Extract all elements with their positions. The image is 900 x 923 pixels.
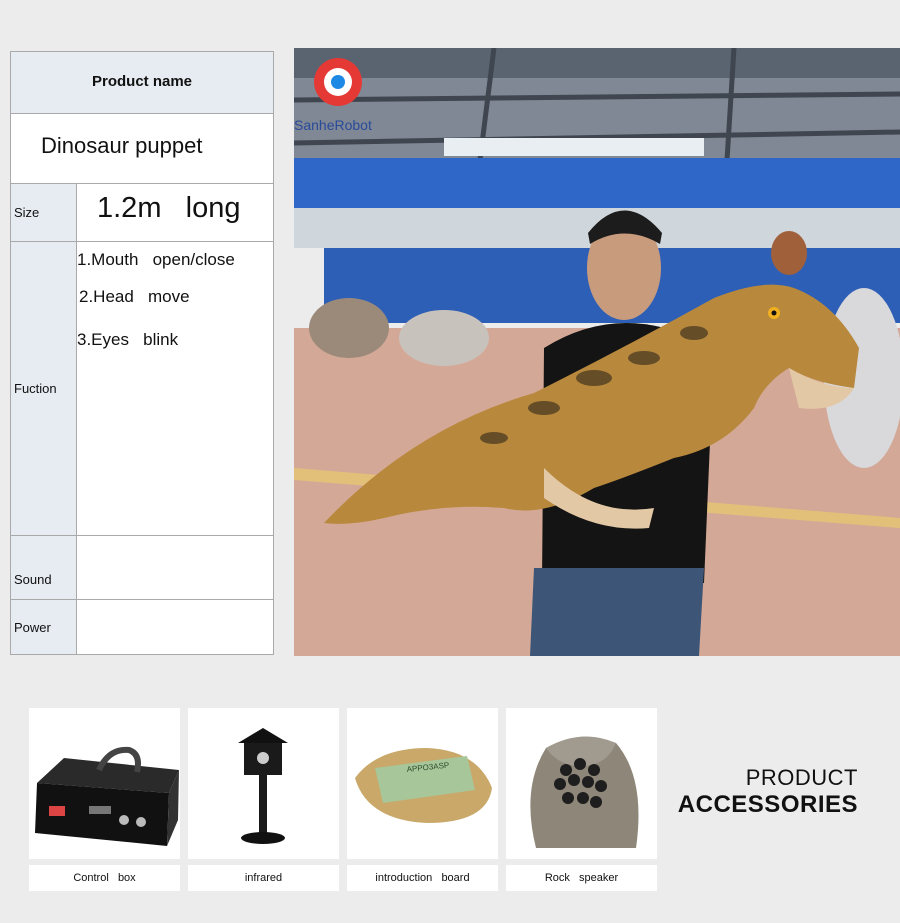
size-row: Size 1.2m long xyxy=(11,184,273,242)
sound-label: Sound xyxy=(11,536,77,599)
accessory-label: Rock speaker xyxy=(506,865,657,891)
function-item: 3.Eyes blink xyxy=(77,330,179,349)
power-label: Power xyxy=(11,600,77,654)
accessory-rock-speaker xyxy=(506,708,657,859)
accessory-infrared xyxy=(188,708,339,859)
logo-text: SanheRobot xyxy=(294,117,372,133)
sound-row: Sound xyxy=(11,536,273,600)
rock-speaker-icon xyxy=(530,736,639,848)
accessories-title-line2: ACCESSORIES xyxy=(677,791,858,818)
size-value: 1.2m long xyxy=(97,192,241,224)
accessory-label: introduction board xyxy=(347,865,498,891)
accessories-title: PRODUCT ACCESSORIES xyxy=(678,765,858,819)
function-row: Fuction 1.Mouth open/close 2.Head move 3… xyxy=(11,242,273,536)
accessories-title-line1: PRODUCT xyxy=(745,765,858,790)
control-box-icon xyxy=(35,746,179,846)
accessory-control-box xyxy=(29,708,180,859)
product-name-row: Dinosaur puppet xyxy=(11,114,273,184)
size-label: Size xyxy=(11,184,77,241)
spec-table: Product name Dinosaur puppet Size 1.2m l… xyxy=(10,51,274,655)
function-item: 1.Mouth open/close xyxy=(77,250,235,269)
introduction-board-icon: APPO3ASP xyxy=(355,748,492,823)
photo-illustration: SanheRobot xyxy=(294,48,900,656)
product-photo: SanheRobot xyxy=(294,48,900,656)
accessory-label: infrared xyxy=(188,865,339,891)
power-row: Power xyxy=(11,600,273,654)
accessory-label: Control box xyxy=(29,865,180,891)
table-header: Product name xyxy=(11,52,273,114)
function-item: 2.Head move xyxy=(79,287,190,306)
function-label: Fuction xyxy=(11,242,77,535)
accessory-introduction-board: APPO3ASP xyxy=(347,708,498,859)
product-name: Dinosaur puppet xyxy=(41,133,203,158)
infrared-sensor-icon xyxy=(238,728,288,844)
